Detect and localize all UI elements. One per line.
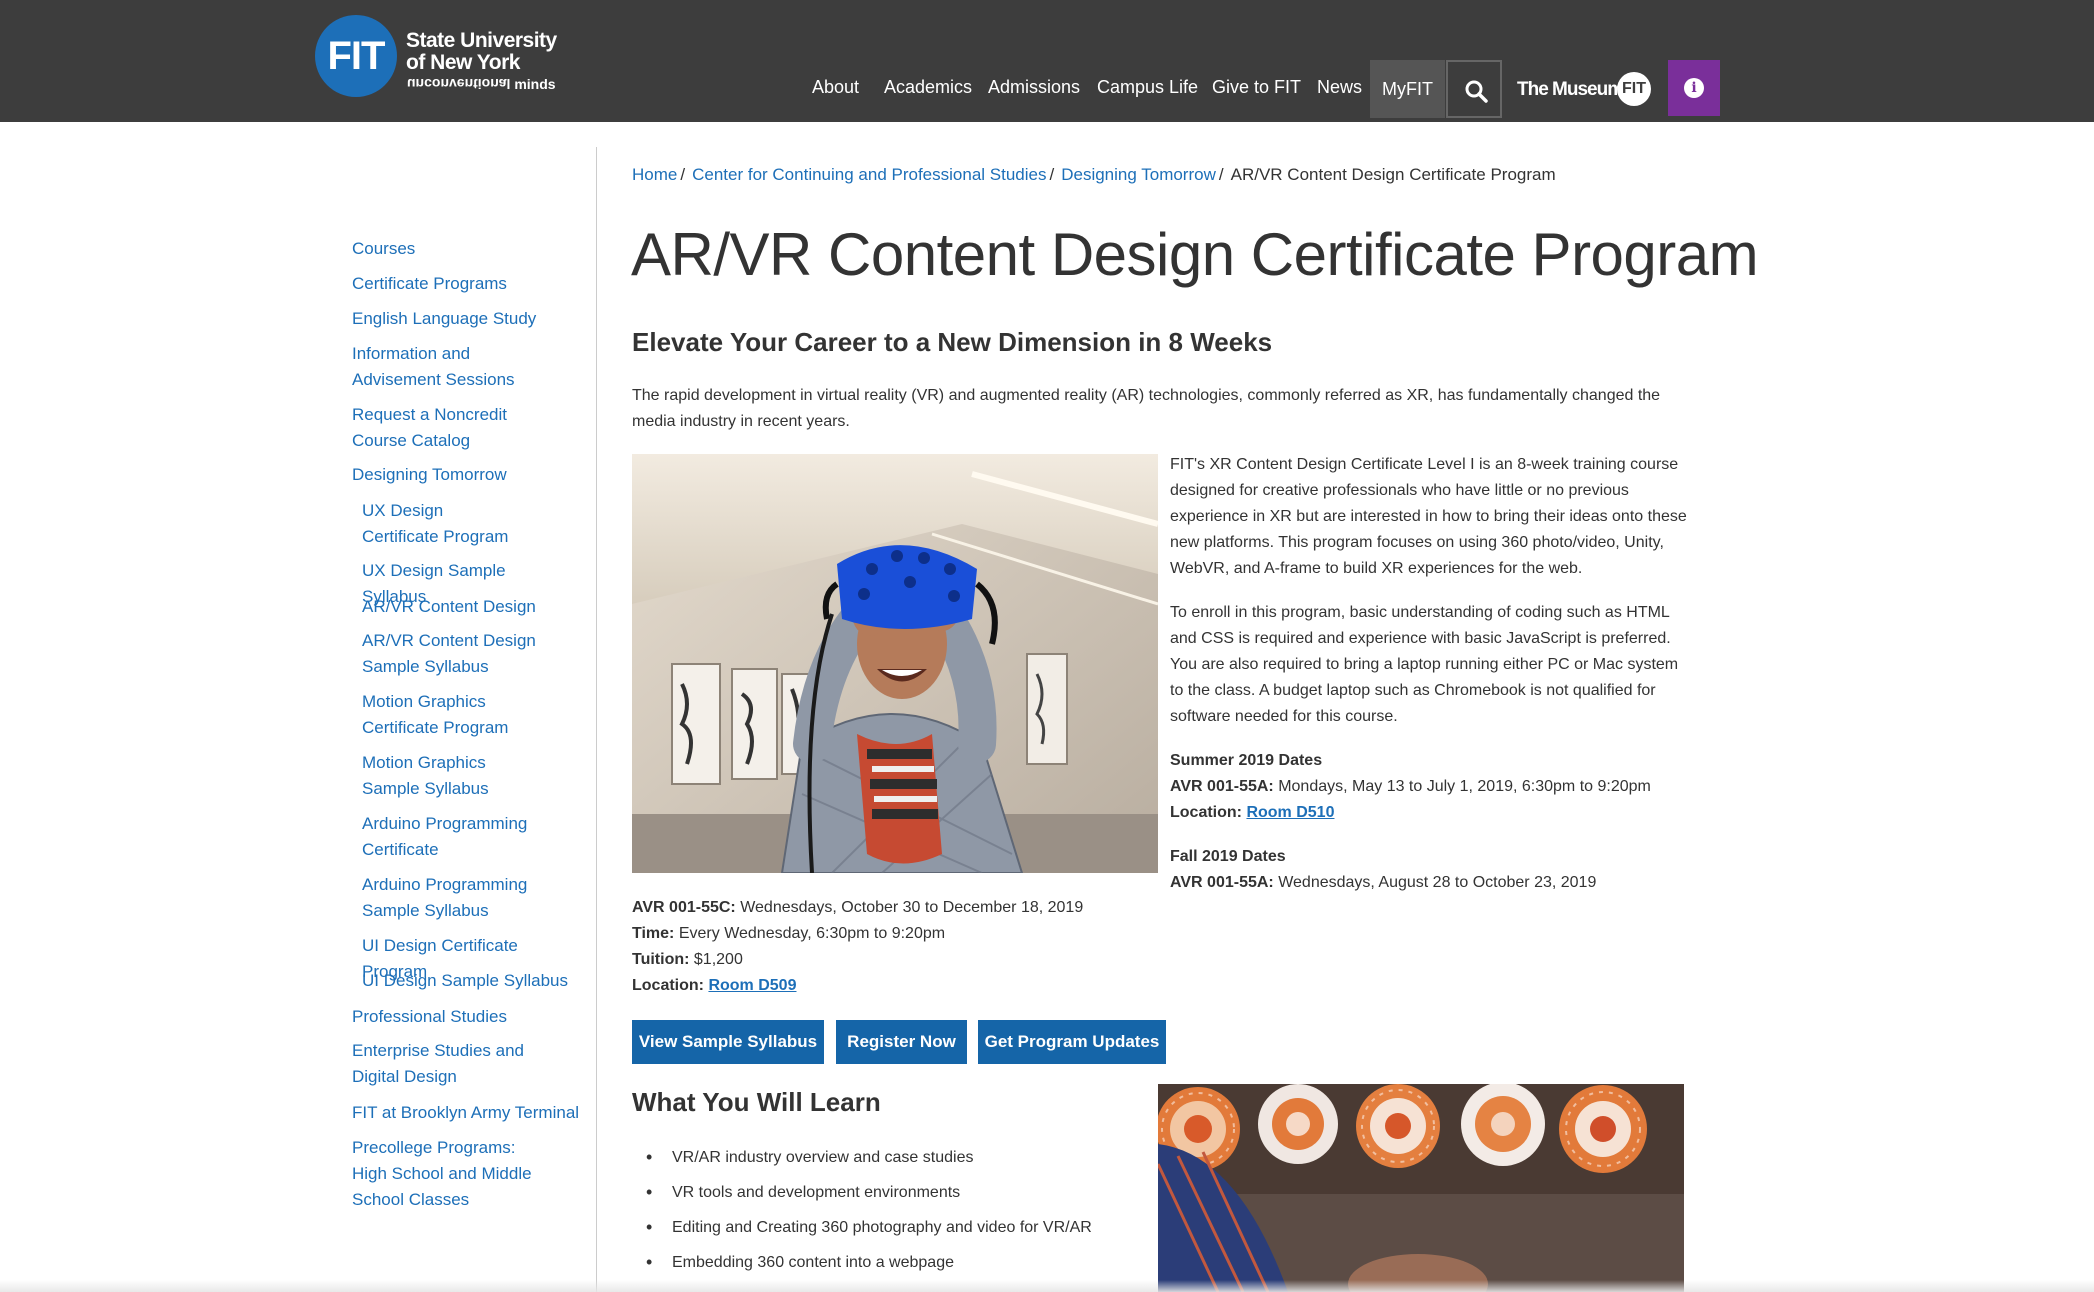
summer-location-link[interactable]: Room D510 — [1246, 804, 1334, 821]
sidebar-item-motion-graphics-certificate[interactable]: Motion Graphics Certificate Program — [362, 689, 557, 741]
site-header: FIT State University of New York unconve… — [0, 0, 2094, 122]
breadcrumb-designing-tomorrow[interactable]: Designing Tomorrow — [1061, 165, 1216, 184]
get-program-updates-button[interactable]: Get Program Updates — [978, 1020, 1166, 1064]
breadcrumb-home[interactable]: Home — [632, 165, 677, 184]
nav-campus-life[interactable]: Campus Life — [1097, 60, 1198, 114]
sidebar-item-designing-tomorrow[interactable]: Designing Tomorrow — [352, 462, 582, 488]
list-item: Embedding 360 content into a webpage — [646, 1245, 1146, 1280]
bottom-fade — [0, 1280, 2094, 1292]
view-sample-syllabus-button[interactable]: View Sample Syllabus — [632, 1020, 824, 1064]
register-now-button[interactable]: Register Now — [836, 1020, 967, 1064]
sidebar-item-arduino-certificate[interactable]: Arduino Programming Certificate — [362, 811, 532, 863]
search-button[interactable] — [1446, 60, 1502, 118]
summer-section-value: Mondays, May 13 to July 1, 2019, 6:30pm … — [1278, 778, 1651, 795]
what-you-will-learn-heading: What You Will Learn — [632, 1087, 881, 1117]
nav-myfit[interactable]: MyFIT — [1370, 60, 1445, 118]
page-title: AR/VR Content Design Certificate Program — [631, 221, 1759, 288]
list-item: VR tools and development environments — [646, 1175, 1146, 1210]
sidebar-item-request-catalog[interactable]: Request a Noncredit Course Catalog — [352, 402, 552, 454]
logo-mark: FIT — [315, 15, 397, 97]
fall-dates: Fall 2019 Dates AVR 001-55A: Wednesdays,… — [1170, 844, 1690, 896]
sidebar-item-ui-design-syllabus[interactable]: UI Design Sample Syllabus — [362, 968, 572, 994]
intro-paragraph: The rapid development in virtual reality… — [632, 387, 1661, 430]
projection-photo — [1158, 1084, 1684, 1292]
tuition-label: Tuition: — [632, 951, 690, 968]
fall-section-c-value: Wednesdays, October 30 to December 18, 2… — [740, 899, 1084, 916]
sidebar-item-precollege-programs[interactable]: Precollege Programs: High School and Mid… — [352, 1135, 547, 1213]
summer-location-label: Location: — [1170, 804, 1242, 821]
list-item: Editing and Creating 360 photography and… — [646, 1210, 1146, 1245]
sidebar-item-arvr-content-design[interactable]: AR/VR Content Design — [362, 594, 572, 620]
vr-headset-photo — [632, 454, 1158, 873]
tuition-value: $1,200 — [693, 951, 743, 968]
learn-list: VR/AR industry overview and case studies… — [646, 1140, 1146, 1280]
nav-academics[interactable]: Academics — [884, 60, 972, 114]
breadcrumb: Home / Center for Continuing and Professio… — [632, 165, 1556, 184]
sidebar-item-professional-studies[interactable]: Professional Studies — [352, 1004, 582, 1030]
time-value: Every Wednesday, 6:30pm to 9:20pm — [678, 925, 946, 942]
logo-line-1: State University — [406, 29, 557, 52]
info-button[interactable]: i — [1668, 60, 1720, 116]
fit-logo[interactable]: FIT State University of New York unconve… — [315, 15, 560, 97]
page-subhead: Elevate Your Career to a New Dimension i… — [632, 327, 1273, 357]
fall-section-c-details: AVR 001-55C: Wednesdays, October 30 to D… — [632, 895, 1152, 999]
fall-location-label: Location: — [632, 977, 704, 994]
enrollment-requirements: To enroll in this program, basic underst… — [1170, 604, 1679, 725]
logo-tagline: unconventional minds — [407, 76, 556, 92]
breadcrumb-current: AR/VR Content Design Certificate Program — [1230, 165, 1556, 184]
summer-dates-heading: Summer 2019 Dates — [1170, 752, 1323, 769]
logo-tagline-flipped: unconventional — [407, 76, 511, 92]
logo-line-2: of New York — [406, 51, 520, 74]
list-item: VR/AR industry overview and case studies — [646, 1140, 1146, 1175]
breadcrumb-continuing-studies[interactable]: Center for Continuing and Professional S… — [692, 165, 1046, 184]
sidebar-item-certificate-programs[interactable]: Certificate Programs — [352, 271, 582, 297]
summer-dates: Summer 2019 Dates AVR 001-55A: Mondays, … — [1170, 748, 1690, 826]
nav-admissions[interactable]: Admissions — [988, 60, 1080, 114]
sidebar-item-arvr-syllabus[interactable]: AR/VR Content Design Sample Syllabus — [362, 628, 537, 680]
sidebar-divider — [596, 147, 597, 1292]
sidebar-item-brooklyn-army-terminal[interactable]: FIT at Brooklyn Army Terminal — [352, 1100, 582, 1126]
program-details: FIT's XR Content Design Certificate Leve… — [1170, 452, 1690, 914]
fall-section-a-label: AVR 001-55A: — [1170, 874, 1274, 891]
sidebar-item-courses[interactable]: Courses — [352, 236, 582, 262]
sidebar-item-ux-design-certificate[interactable]: UX Design Certificate Program — [362, 498, 522, 550]
fall-section-c-label: AVR 001-55C: — [632, 899, 736, 916]
logo-tagline-rest: minds — [514, 76, 556, 92]
search-icon — [1465, 80, 1488, 103]
museum-badge: FIT — [1617, 72, 1651, 106]
program-description: FIT's XR Content Design Certificate Leve… — [1170, 456, 1687, 577]
fall-dates-heading: Fall 2019 Dates — [1170, 848, 1286, 865]
fall-section-a-value: Wednesdays, August 28 to October 23, 201… — [1278, 874, 1597, 891]
sidebar-item-motion-graphics-syllabus[interactable]: Motion Graphics Sample Syllabus — [362, 750, 537, 802]
nav-about[interactable]: About — [812, 60, 859, 114]
sidebar-item-information-sessions[interactable]: Information and Advisement Sessions — [352, 341, 552, 393]
museum-at-fit-logo[interactable]: The Museum at FIT — [1517, 72, 1652, 108]
sidebar-item-enterprise-studies[interactable]: Enterprise Studies and Digital Design — [352, 1038, 557, 1090]
nav-give-to-fit[interactable]: Give to FIT — [1212, 60, 1301, 114]
sidebar-item-arduino-syllabus[interactable]: Arduino Programming Sample Syllabus — [362, 872, 577, 924]
nav-news[interactable]: News — [1317, 60, 1362, 114]
fall-location-link[interactable]: Room D509 — [708, 977, 796, 994]
time-label: Time: — [632, 925, 675, 942]
summer-section-label: AVR 001-55A: — [1170, 778, 1274, 795]
info-icon: i — [1684, 78, 1704, 98]
sidebar-item-english-language-study[interactable]: English Language Study — [352, 306, 582, 332]
